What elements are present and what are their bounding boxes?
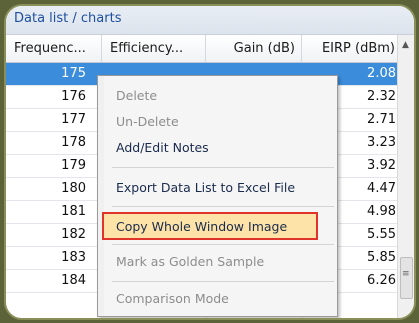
menu-item-comparison-mode: Comparison Mode: [116, 291, 229, 306]
cell-frequency: 182: [61, 227, 86, 242]
menu-separator: [112, 167, 334, 168]
menu-item-copy-window-image[interactable]: Copy Whole Window Image: [102, 212, 318, 240]
cell-frequency: 176: [61, 89, 86, 104]
window-frame: Data list / charts Frequenc... Efficienc…: [4, 4, 416, 320]
cell-frequency: 177: [61, 112, 86, 127]
panel-title: Data list / charts: [14, 11, 122, 26]
menu-separator: [112, 281, 334, 282]
cell-frequency: 184: [61, 273, 86, 288]
panel-header: Data list / charts: [6, 6, 414, 35]
cell-frequency: 183: [61, 250, 86, 265]
column-header-row: Frequenc... Efficiency... Gain (dB) EIRP…: [6, 35, 402, 63]
scrollbar-thumb[interactable]: ≡: [400, 257, 413, 299]
cell-frequency: 178: [61, 135, 86, 150]
column-header-efficiency[interactable]: Efficiency...: [102, 35, 206, 62]
menu-separator: [112, 206, 334, 207]
menu-icon-strip: [98, 76, 104, 316]
menu-item-mark-golden-sample: Mark as Golden Sample: [116, 254, 265, 269]
column-header-frequency[interactable]: Frequenc...: [6, 35, 102, 62]
column-header-eirp[interactable]: EIRP (dBm): [302, 35, 402, 62]
context-menu: Delete Un-Delete Add/Edit Notes Export D…: [97, 75, 338, 317]
chevron-up-icon[interactable]: ▲: [402, 40, 409, 50]
menu-item-copy-window-image-label: Copy Whole Window Image: [116, 219, 288, 234]
menu-item-add-edit-notes[interactable]: Add/Edit Notes: [116, 140, 209, 155]
vertical-scrollbar[interactable]: ▲ ≡: [397, 35, 414, 318]
cell-frequency: 175: [61, 66, 86, 81]
grip-lines-icon: ≡: [402, 269, 410, 279]
menu-item-undelete: Un-Delete: [116, 114, 179, 129]
cell-frequency: 180: [61, 181, 86, 196]
column-header-gain[interactable]: Gain (dB): [206, 35, 302, 62]
cell-frequency: 179: [61, 158, 86, 173]
menu-item-export-excel[interactable]: Export Data List to Excel File: [116, 180, 295, 195]
menu-item-delete: Delete: [116, 88, 158, 103]
cell-frequency: 181: [61, 204, 86, 219]
menu-separator: [112, 244, 334, 245]
